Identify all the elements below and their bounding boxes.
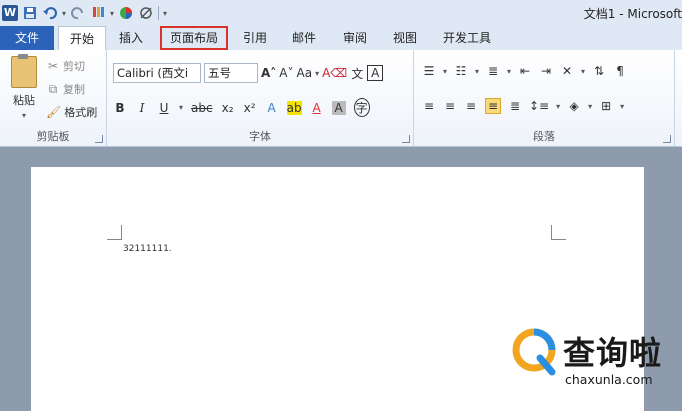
- change-case-button[interactable]: Aa: [297, 66, 313, 80]
- scissors-icon: ✂: [47, 59, 59, 73]
- paragraph-group-label: 段落: [533, 130, 555, 143]
- font-launcher-icon[interactable]: [402, 135, 410, 143]
- redo-icon[interactable]: [70, 5, 86, 21]
- brush-icon[interactable]: [90, 5, 106, 21]
- grow-font-icon[interactable]: A˄: [261, 66, 276, 80]
- margin-corner-top-right: [551, 225, 566, 240]
- copy-icon: ⧉: [48, 81, 58, 96]
- chinese-layout-dropdown-icon[interactable]: ▾: [581, 67, 585, 76]
- tab-review[interactable]: 审阅: [334, 26, 376, 50]
- bold-icon[interactable]: B: [113, 101, 127, 115]
- align-center-icon[interactable]: ≡: [443, 99, 457, 113]
- bullets-dropdown-icon[interactable]: ▾: [443, 67, 447, 76]
- font-name-combo[interactable]: Calibri (西文i: [113, 63, 201, 83]
- title-bar: W ▾ ▾ ▾ 文档1 - Microsoft: [0, 0, 682, 26]
- tab-home[interactable]: 开始: [58, 26, 106, 52]
- format-painter-button[interactable]: 🖌 格式刷: [46, 104, 97, 120]
- brush-dropdown-icon[interactable]: ▾: [110, 9, 114, 18]
- tab-references[interactable]: 引用: [234, 26, 276, 50]
- watermark-logo-icon: [512, 328, 556, 376]
- font-color-icon[interactable]: A: [310, 101, 324, 115]
- ribbon-tabs: 文件 开始 插入 页面布局 引用 邮件 审阅 视图 开发工具: [0, 26, 682, 52]
- color-wheel-icon[interactable]: [118, 5, 134, 21]
- shading-dropdown-icon[interactable]: ▾: [588, 102, 592, 111]
- customize-qat-icon[interactable]: ▾: [163, 9, 167, 18]
- watermark: 查询啦 chaxunla.com: [503, 318, 682, 411]
- para-row-2: ≡ ≡ ≡ ≡ ≣ ↕≡ ▾ ◈ ▾ ⊞ ▾: [422, 98, 624, 114]
- word-logo-icon: W: [2, 5, 18, 21]
- copy-button[interactable]: ⧉ 复制: [46, 81, 85, 97]
- quick-access-toolbar: W ▾ ▾ ▾: [2, 3, 167, 23]
- clear-format-icon[interactable]: A⌫: [322, 66, 347, 80]
- line-spacing-icon[interactable]: ↕≡: [529, 99, 549, 113]
- align-right-icon[interactable]: ≡: [464, 99, 478, 113]
- strikethrough-icon[interactable]: abc: [191, 101, 213, 115]
- tab-page-layout[interactable]: 页面布局: [160, 26, 228, 50]
- font-group-label: 字体: [249, 130, 271, 143]
- para-row-1: ☰ ▾ ☷ ▾ ≣ ▾ ⇤ ⇥ ✕ ▾ ⇅ ¶: [422, 64, 627, 78]
- multilevel-dropdown-icon[interactable]: ▾: [507, 67, 511, 76]
- increase-indent-icon[interactable]: ⇥: [539, 64, 553, 78]
- window-title: 文档1 - Microsoft: [583, 7, 682, 21]
- cut-button[interactable]: ✂ 剪切: [46, 58, 85, 74]
- undo-icon[interactable]: [42, 5, 58, 21]
- shading-bucket-icon[interactable]: ◈: [567, 99, 581, 113]
- font-row-1: Calibri (西文i 五号 A˄ A˅ Aa ▾ A⌫ 文 A: [113, 63, 384, 83]
- numbering-icon[interactable]: ☷: [454, 64, 468, 78]
- multilevel-list-icon[interactable]: ≣: [486, 64, 500, 78]
- decrease-indent-icon[interactable]: ⇤: [518, 64, 532, 78]
- superscript-icon[interactable]: x²: [243, 101, 257, 115]
- align-left-icon[interactable]: ≡: [422, 99, 436, 113]
- watermark-url: chaxunla.com: [565, 372, 653, 387]
- change-case-dropdown-icon[interactable]: ▾: [315, 69, 319, 78]
- underline-icon[interactable]: U: [157, 101, 171, 115]
- show-marks-icon[interactable]: ¶: [613, 64, 627, 78]
- clipboard-launcher-icon[interactable]: [95, 135, 103, 143]
- enclose-char-icon[interactable]: 字: [353, 98, 370, 117]
- clipboard-group-label: 剪贴板: [36, 130, 70, 143]
- save-icon[interactable]: [22, 5, 38, 21]
- paste-dropdown-icon[interactable]: ▾: [22, 111, 26, 120]
- paste-label: 粘贴: [13, 94, 35, 107]
- undo-dropdown-icon[interactable]: ▾: [62, 9, 66, 18]
- underline-dropdown-icon[interactable]: ▾: [179, 103, 183, 112]
- font-group: Calibri (西文i 五号 A˄ A˅ Aa ▾ A⌫ 文 A B I U …: [107, 50, 414, 146]
- subscript-icon[interactable]: x₂: [221, 101, 235, 115]
- no-format-icon[interactable]: [138, 5, 154, 21]
- ribbon: 粘贴 ▾ ✂ 剪切 ⧉ 复制 🖌 格式刷 剪贴板 Calibri (西文i 五号…: [0, 50, 682, 147]
- shrink-font-icon[interactable]: A˅: [279, 66, 293, 80]
- chinese-layout-icon[interactable]: ✕: [560, 64, 574, 78]
- paragraph-group: ☰ ▾ ☷ ▾ ≣ ▾ ⇤ ⇥ ✕ ▾ ⇅ ¶ ≡ ≡ ≡ ≡ ≣ ↕≡ ▾ ◈…: [414, 50, 675, 146]
- font-size-combo[interactable]: 五号: [204, 63, 258, 83]
- borders-icon[interactable]: ⊞: [599, 99, 613, 113]
- paragraph-launcher-icon[interactable]: [663, 135, 671, 143]
- margin-corner-top-left: [107, 225, 122, 240]
- font-row-2: B I U ▾ abc x₂ x² A ab A A 字: [113, 98, 370, 117]
- bullets-icon[interactable]: ☰: [422, 64, 436, 78]
- qat-separator: [158, 6, 160, 20]
- tab-developer[interactable]: 开发工具: [436, 26, 498, 50]
- phonetic-guide-icon[interactable]: 文: [350, 65, 364, 82]
- numbering-dropdown-icon[interactable]: ▾: [475, 67, 479, 76]
- document-text[interactable]: 32111111.: [123, 244, 172, 254]
- justify-icon[interactable]: ≡: [485, 98, 501, 114]
- clipboard-icon: [11, 54, 37, 88]
- line-spacing-dropdown-icon[interactable]: ▾: [556, 102, 560, 111]
- text-effects-icon[interactable]: A: [265, 101, 279, 115]
- italic-icon[interactable]: I: [135, 101, 149, 115]
- distributed-icon[interactable]: ≣: [508, 99, 522, 113]
- sort-icon[interactable]: ⇅: [592, 64, 606, 78]
- tab-file[interactable]: 文件: [0, 26, 54, 50]
- tab-view[interactable]: 视图: [384, 26, 426, 50]
- char-shading-icon[interactable]: A: [331, 100, 346, 115]
- tab-insert[interactable]: 插入: [108, 26, 154, 50]
- paste-button[interactable]: 粘贴 ▾: [6, 54, 42, 120]
- clipboard-group: 粘贴 ▾ ✂ 剪切 ⧉ 复制 🖌 格式刷 剪贴板: [0, 50, 107, 146]
- format-painter-icon: 🖌: [46, 105, 62, 119]
- watermark-brand: 查询啦: [563, 334, 663, 372]
- highlight-color-icon[interactable]: ab: [286, 100, 302, 115]
- borders-dropdown-icon[interactable]: ▾: [620, 102, 624, 111]
- tab-mailings[interactable]: 邮件: [283, 26, 325, 50]
- char-border-icon[interactable]: A: [367, 65, 384, 81]
